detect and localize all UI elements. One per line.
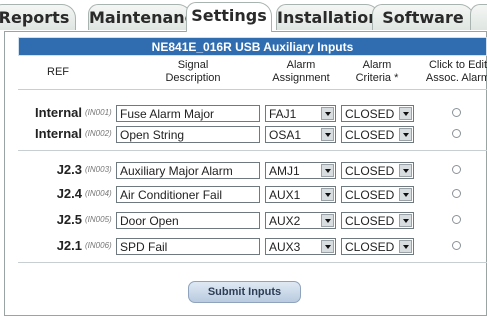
header-alarm-criteria: Alarm Criteria * — [355, 59, 399, 84]
panel-title: NE841E_016R USB Auxiliary Inputs — [18, 37, 487, 56]
signal-description-input[interactable] — [116, 238, 260, 255]
alarm-assignment-select[interactable]: AMJ1 — [265, 162, 336, 179]
divider — [18, 89, 487, 90]
header-edit-assoc-alarm: Click to Edit Assoc. Alarm — [425, 59, 487, 84]
edit-assoc-alarm-radio[interactable] — [452, 108, 461, 117]
chevron-down-icon[interactable] — [399, 188, 412, 201]
alarm-criteria-select[interactable]: CLOSED — [341, 212, 414, 229]
input-id: (IN006) — [85, 241, 112, 250]
input-id: (IN004) — [85, 189, 112, 198]
chevron-down-icon[interactable] — [399, 240, 412, 253]
edit-assoc-alarm-radio[interactable] — [452, 241, 461, 250]
input-id: (IN003) — [85, 165, 112, 174]
chevron-down-icon[interactable] — [399, 128, 412, 141]
alarm-criteria-select[interactable]: CLOSED — [341, 238, 414, 255]
tab-reports[interactable]: Reports — [0, 4, 76, 30]
signal-description-input[interactable] — [116, 212, 260, 229]
chevron-down-icon[interactable] — [321, 164, 334, 177]
submit-inputs-button[interactable]: Submit Inputs — [188, 281, 301, 303]
tab-software[interactable]: Software — [372, 4, 474, 30]
edit-assoc-alarm-radio[interactable] — [452, 129, 461, 138]
tab-maintenance[interactable]: Maintenance — [88, 4, 205, 30]
table-row: J2.5 (IN005) AUX2 CLOSED — [0, 210, 487, 232]
alarm-criteria-select[interactable]: CLOSED — [341, 126, 414, 143]
alarm-assignment-select[interactable]: FAJ1 — [265, 105, 336, 122]
edit-assoc-alarm-radio[interactable] — [452, 215, 461, 224]
tab-installation[interactable]: Installation — [276, 4, 380, 30]
alarm-criteria-select[interactable]: CLOSED — [341, 105, 414, 122]
table-row: J2.3 (IN003) AMJ1 CLOSED — [0, 160, 487, 182]
signal-description-input[interactable] — [116, 126, 260, 143]
table-row: J2.4 (IN004) AUX1 CLOSED — [0, 184, 487, 206]
alarm-assignment-select[interactable]: AUX3 — [265, 238, 336, 255]
ref-label: J2.5 — [56, 212, 82, 227]
signal-description-input[interactable] — [116, 162, 260, 179]
tab-settings[interactable]: Settings — [186, 2, 272, 32]
chevron-down-icon[interactable] — [321, 188, 334, 201]
signal-description-input[interactable] — [116, 105, 260, 122]
divider — [18, 262, 487, 263]
table-row: Internal (IN002) OSA1 CLOSED — [0, 124, 487, 146]
alarm-criteria-select[interactable]: CLOSED — [341, 186, 414, 203]
header-signal-description: Signal Description — [165, 59, 221, 84]
chevron-down-icon[interactable] — [321, 128, 334, 141]
chevron-down-icon[interactable] — [399, 164, 412, 177]
alarm-assignment-select[interactable]: OSA1 — [265, 126, 336, 143]
chevron-down-icon[interactable] — [399, 214, 412, 227]
ref-label: J2.1 — [56, 238, 82, 253]
ref-label: Internal — [35, 105, 82, 120]
chevron-down-icon[interactable] — [321, 107, 334, 120]
ref-label: J2.3 — [56, 162, 82, 177]
tab-bar: Reports Maintenance Installation Softwar… — [0, 0, 487, 32]
chevron-down-icon[interactable] — [399, 107, 412, 120]
edit-assoc-alarm-radio[interactable] — [452, 165, 461, 174]
ref-label: J2.4 — [56, 186, 82, 201]
chevron-down-icon[interactable] — [321, 214, 334, 227]
ref-label: Internal — [35, 126, 82, 141]
header-ref: REF — [47, 66, 69, 78]
input-id: (IN005) — [85, 215, 112, 224]
edit-assoc-alarm-radio[interactable] — [452, 189, 461, 198]
signal-description-input[interactable] — [116, 186, 260, 203]
chevron-down-icon[interactable] — [321, 240, 334, 253]
table-row: J2.1 (IN006) AUX3 CLOSED — [0, 236, 487, 258]
input-id: (IN002) — [85, 129, 112, 138]
alarm-criteria-select[interactable]: CLOSED — [341, 162, 414, 179]
divider — [18, 150, 487, 151]
alarm-assignment-select[interactable]: AUX1 — [265, 186, 336, 203]
input-id: (IN001) — [85, 108, 112, 117]
table-row: Internal (IN001) FAJ1 CLOSED — [0, 103, 487, 125]
tab-overflow — [470, 4, 487, 30]
alarm-assignment-select[interactable]: AUX2 — [265, 212, 336, 229]
header-alarm-assignment: Alarm Assignment — [272, 59, 330, 84]
